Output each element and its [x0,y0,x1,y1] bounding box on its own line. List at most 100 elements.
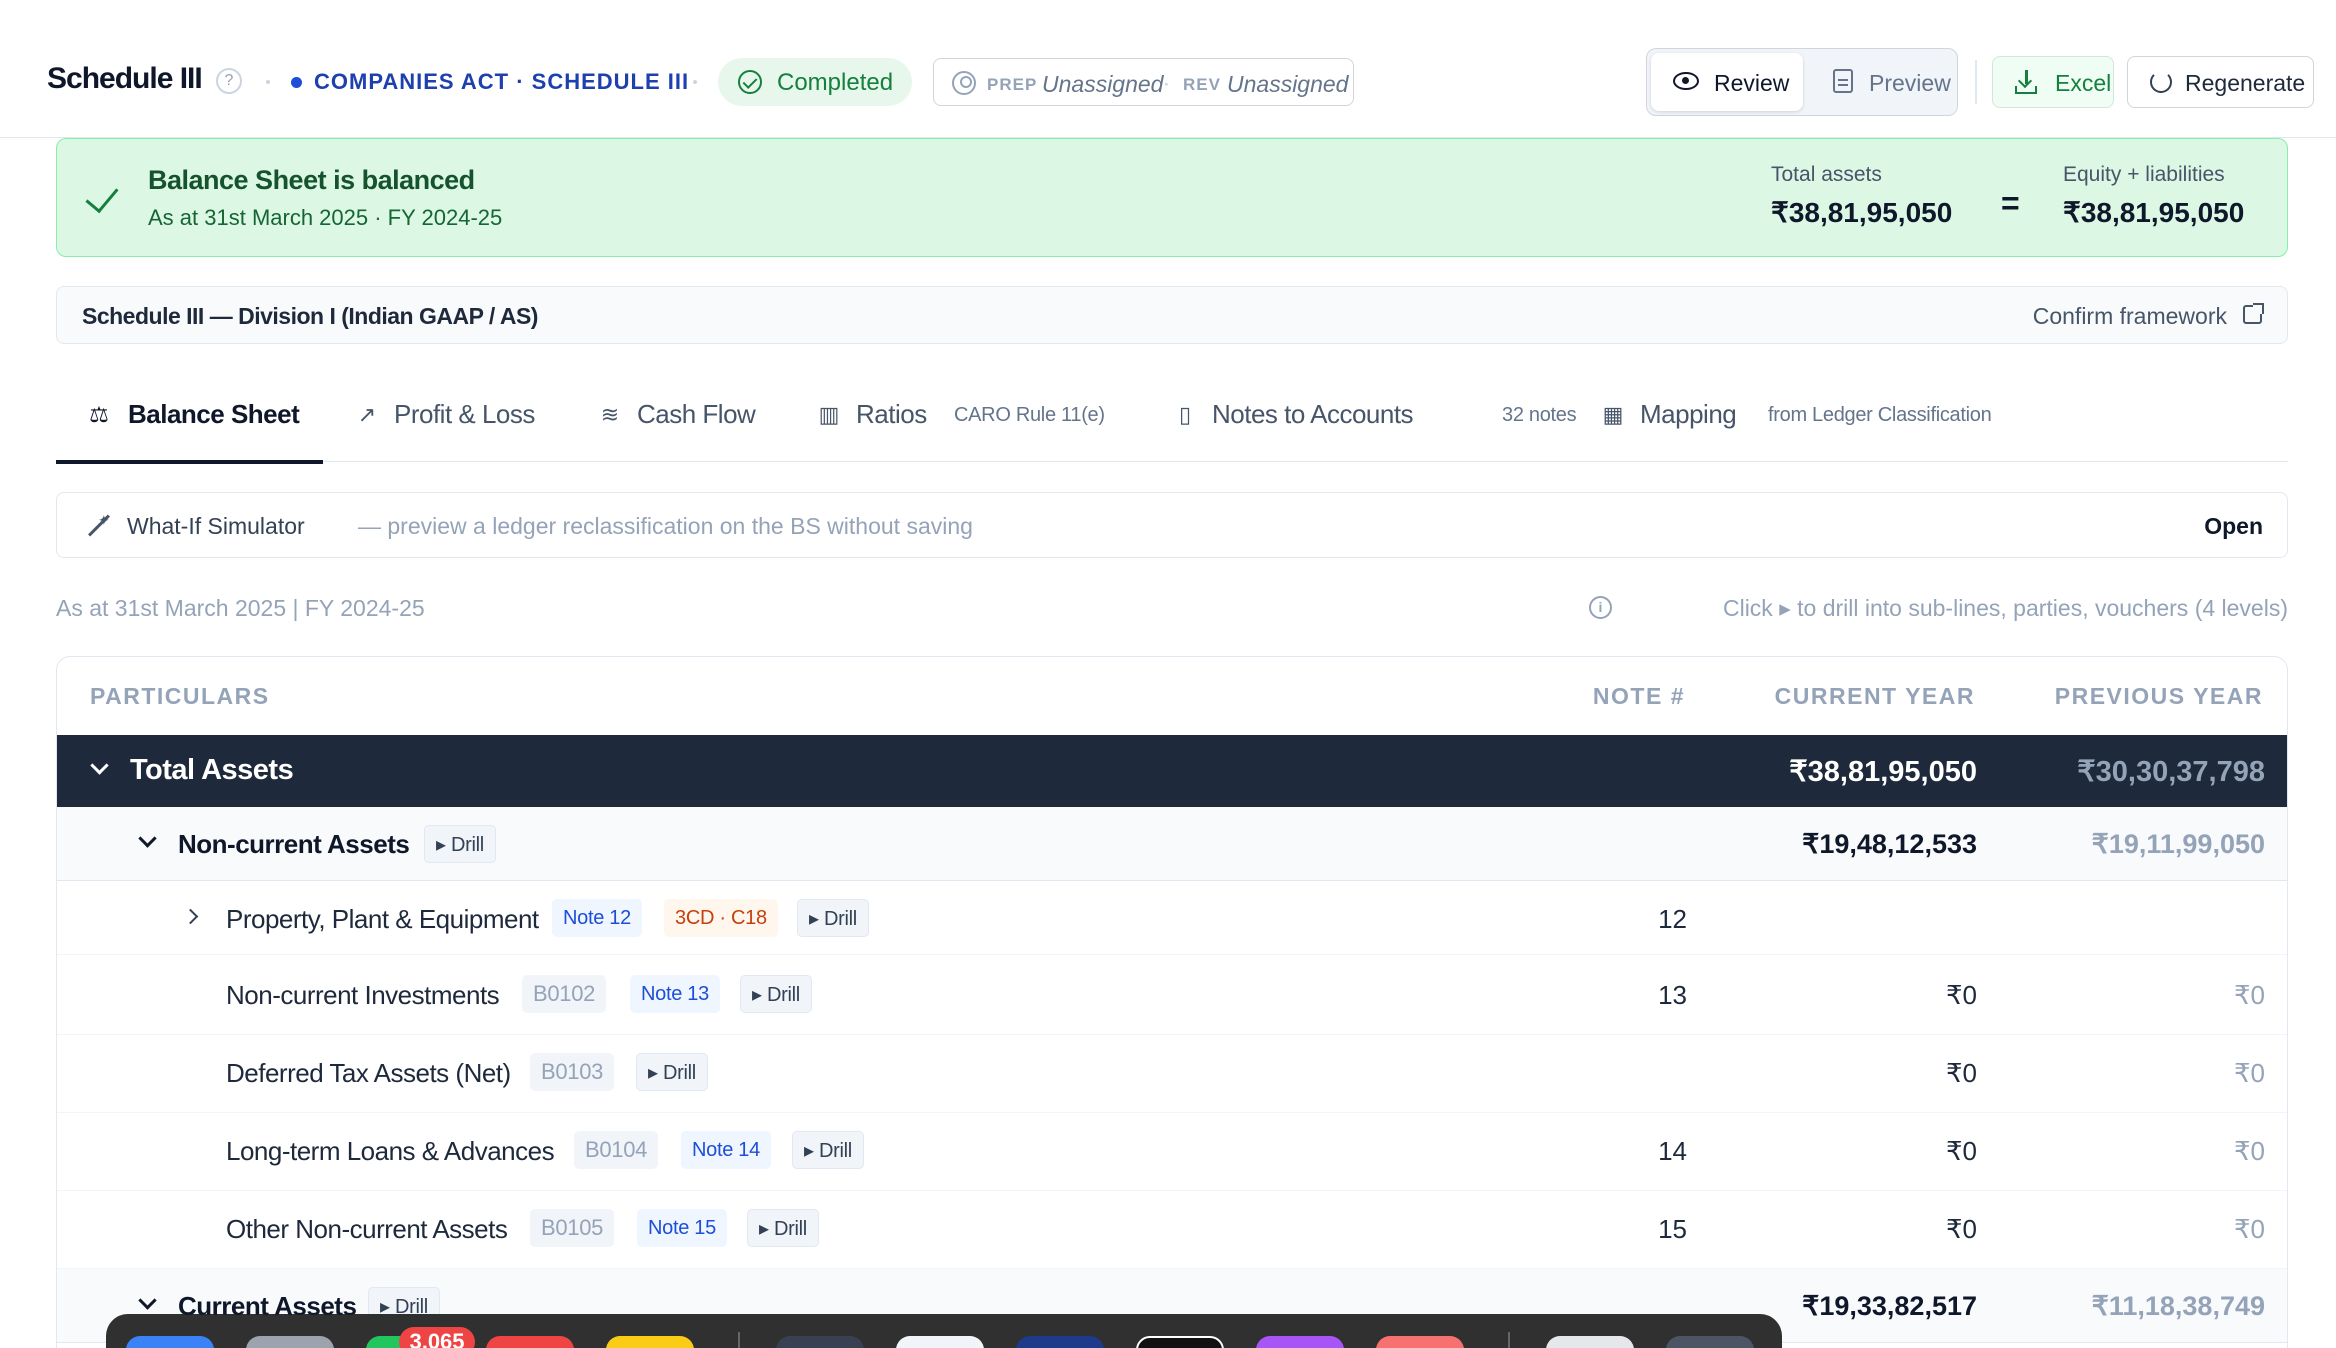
equals-sign: = [2001,185,2020,221]
tab-notes-to-accounts[interactable]: ▯ Notes to Accounts 32 notes [1172,378,1592,462]
chevron-down-icon[interactable] [90,756,109,775]
equity-liabilities-label: Equity + liabilities [2063,163,2225,186]
help-icon[interactable]: ? [216,68,242,94]
row-label: Deferred Tax Assets (Net) [226,1058,511,1088]
external-link-icon[interactable] [2243,303,2264,324]
finder-app-icon[interactable] [126,1336,214,1348]
tab-mapping[interactable]: ▦ Mapping from Ledger Classification [1600,378,2080,462]
app-icon[interactable] [1376,1336,1464,1348]
table-row[interactable]: Non-current Investments B0102 Note 13 ▸ … [57,957,2287,1035]
chevron-right-icon[interactable] [182,908,199,925]
check-icon [85,178,119,214]
act-label: COMPANIES ACT · SCHEDULE III [314,69,690,94]
table-row-total-assets[interactable]: Total Assets ₹38,81,95,050 ₹30,30,37,798 [57,735,2287,807]
note-chip[interactable]: Note 13 [630,975,720,1013]
drill-button[interactable]: ▸ Drill [424,825,496,863]
toolbar-divider [1975,60,1977,104]
drill-button[interactable]: ▸ Drill [792,1131,864,1169]
waves-icon: ≋ [600,402,620,427]
rev-value: Unassigned [1227,71,1349,97]
drill-button[interactable]: ▸ Drill [797,899,869,937]
note-number: 15 [1658,1214,1687,1244]
notification-badge: 3,065 [399,1327,475,1348]
regenerate-label: Regenerate [2185,70,2306,96]
total-assets-label: Total assets [1771,163,1882,186]
current-year-value: ₹19,33,82,517 [1802,1291,1977,1321]
notes-app-icon[interactable] [606,1336,694,1348]
note-chip[interactable]: Note 15 [637,1209,727,1247]
note-number: 13 [1658,980,1687,1010]
tab-label: Profit & Loss [394,399,535,429]
status-badge: Completed [718,58,912,106]
what-if-simulator-bar[interactable]: ✦ What-If Simulator — preview a ledger r… [56,492,2288,558]
drill-button[interactable]: ▸ Drill [636,1053,708,1091]
table-row[interactable]: Long-term Loans & Advances B0104 Note 14… [57,1113,2287,1191]
equity-liabilities-value: ₹38,81,95,050 [2063,197,2245,228]
note-number: 12 [1658,904,1687,934]
current-year-value: ₹0 [1945,1058,1977,1088]
banner-subtitle: As at 31st March 2025 · FY 2024-25 [148,205,503,230]
banner-title: Balance Sheet is balanced [148,165,475,195]
assign-separator: · [1164,75,1171,94]
balance-status-banner: Balance Sheet is balanced As at 31st Mar… [56,138,2288,257]
document-app-icon[interactable] [1546,1336,1634,1348]
document-icon [1833,69,1853,93]
prep-label: PREP [987,75,1038,94]
scale-icon: ⚖ [89,402,109,427]
drill-button[interactable]: ▸ Drill [740,975,812,1013]
tab-cash-flow[interactable]: ≋ Cash Flow [597,378,787,462]
chevron-down-icon[interactable] [138,829,157,848]
tab-ratios[interactable]: ▥ Ratios CARO Rule 11(e) [816,378,1166,462]
chevron-down-icon[interactable] [138,1291,157,1310]
table-row[interactable]: Deferred Tax Assets (Net) B0103 ▸ Drill … [57,1035,2287,1113]
tax-clause-chip[interactable]: 3CD · C18 [664,899,778,937]
review-label: Review [1714,70,1790,96]
prep-value: Unassigned [1042,71,1164,97]
tab-profit-loss[interactable]: ↗ Profit & Loss [354,378,574,462]
refresh-icon [2150,71,2172,93]
tab-label: Ratios [856,399,927,429]
settings-app-icon[interactable] [246,1336,334,1348]
current-year-value: ₹0 [1945,1214,1977,1244]
act-indicator-dot [291,77,302,88]
current-year-value: ₹0 [1945,980,1977,1010]
report-tabs: ⚖ Balance Sheet ↗ Profit & Loss ≋ Cash F… [56,378,2288,464]
ledger-code-chip: B0102 [522,975,607,1013]
app-icon[interactable] [1256,1336,1344,1348]
table-row[interactable]: Property, Plant & Equipment Note 12 3CD … [57,881,2287,955]
calendar-app-icon[interactable] [486,1336,574,1348]
table-row-non-current-assets[interactable]: Non-current Assets ▸ Drill ₹19,48,12,533… [57,807,2287,881]
framework-name: Schedule III — Division I (Indian GAAP /… [82,303,538,329]
page-header: Schedule III ? COMPANIES ACT · SCHEDULE … [0,0,2336,138]
current-year-value: ₹0 [1945,1136,1977,1166]
note-chip[interactable]: Note 14 [681,1131,771,1169]
drill-button[interactable]: ▸ Drill [747,1209,819,1247]
row-label: Non-current Investments [226,980,500,1010]
assignment-box[interactable]: PREP Unassigned · REV Unassigned [933,58,1354,106]
vscode-app-icon[interactable] [1016,1336,1104,1348]
chrome-app-icon[interactable] [896,1336,984,1348]
regenerate-button[interactable]: Regenerate [2127,56,2314,108]
info-icon: i [1589,596,1612,619]
current-year-value: ₹19,48,12,533 [1802,829,1977,859]
preview-button[interactable]: Preview [1817,53,1953,111]
confirm-framework-link[interactable]: Confirm framework [2033,303,2227,330]
eye-icon [1673,72,1699,90]
tab-balance-sheet[interactable]: ⚖ Balance Sheet [56,378,323,464]
what-if-open-button[interactable]: Open [2204,513,2263,540]
table-row[interactable]: Other Non-current Assets B0105 Note 15 ▸… [57,1191,2287,1269]
col-header-current-year: CURRENT YEAR [1774,683,1975,709]
review-button[interactable]: Review [1651,53,1803,111]
ledger-code-chip: B0104 [574,1131,659,1169]
what-if-title: What-If Simulator [127,513,305,539]
note-chip[interactable]: Note 12 [552,899,642,937]
ledger-code-chip: B0103 [530,1053,615,1091]
trash-icon[interactable] [1666,1336,1754,1348]
row-label: Property, Plant & Equipment [226,904,539,934]
framework-bar: Schedule III — Division I (Indian GAAP /… [56,286,2288,344]
app-icon[interactable] [1136,1336,1224,1348]
previous-year-value: ₹0 [2233,1214,2265,1244]
view-toggle: Review Preview [1646,48,1958,116]
excel-button[interactable]: Excel [1992,56,2114,108]
terminal-app-icon[interactable] [776,1336,864,1348]
